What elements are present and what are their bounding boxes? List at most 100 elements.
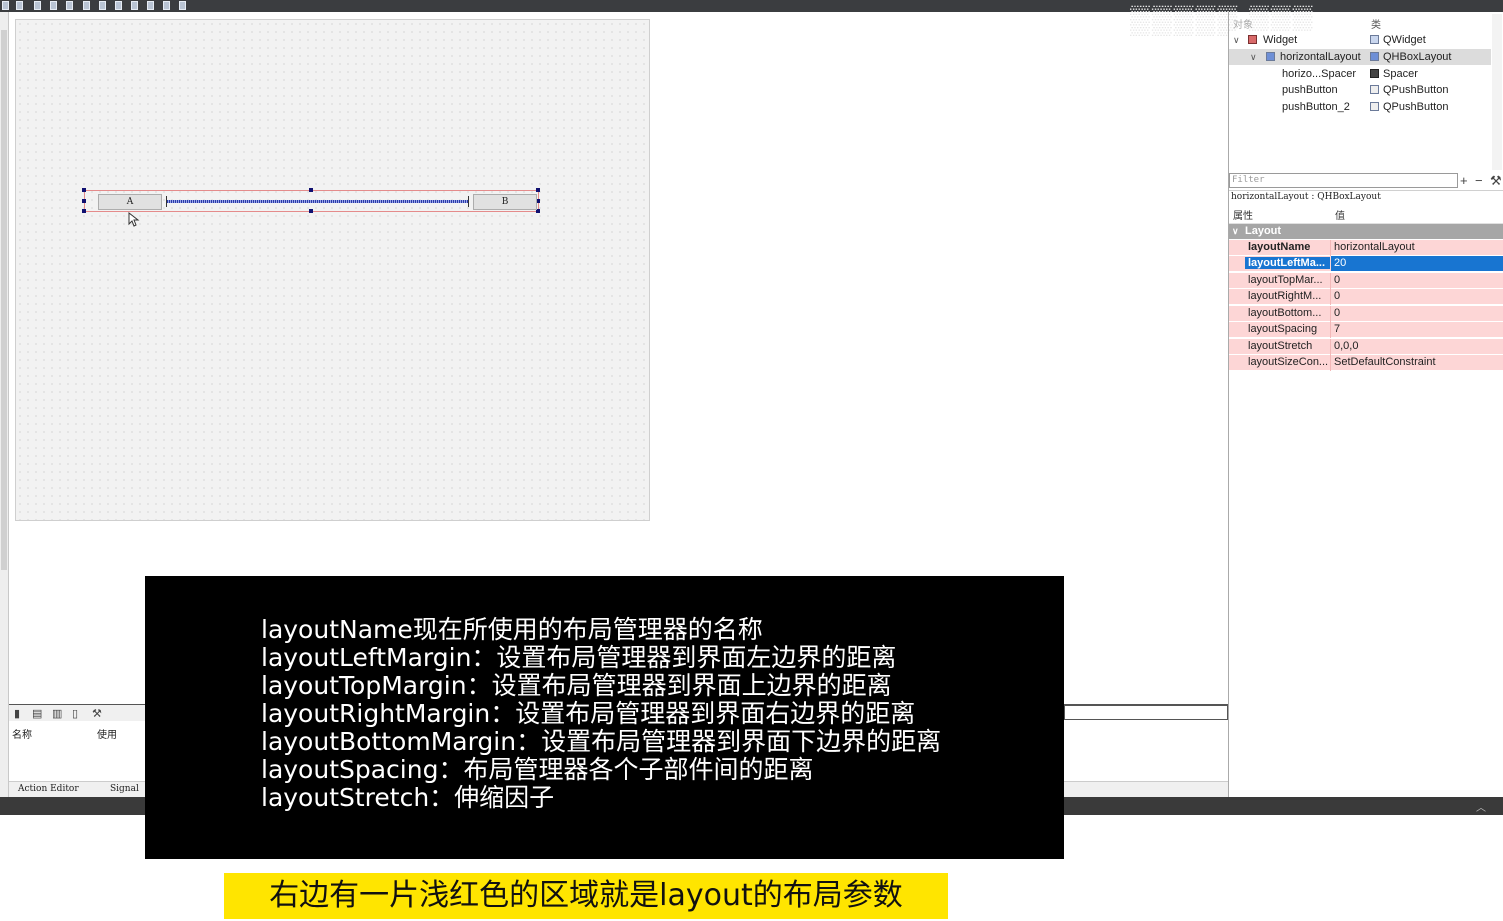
layout-splitter-icon[interactable] [115, 1, 122, 10]
bottom-right-tabbar [1064, 781, 1228, 798]
hbox-layout-icon [1370, 52, 1379, 61]
toolbar-tool-icon[interactable] [16, 1, 23, 10]
hbox-layout-icon [1266, 52, 1275, 61]
property-value[interactable]: 0 [1334, 290, 1340, 302]
copy-action-icon[interactable]: ▤ [32, 707, 42, 720]
property-row-layout-bottom-margin[interactable]: layoutBottom... 0 [1229, 306, 1503, 322]
value-column-header: 值 [1335, 211, 1345, 222]
resize-handle[interactable] [82, 188, 86, 192]
action-editor-toolbar: ▮ ▤ ▥ ▯ ⚒ [9, 705, 146, 721]
break-layout-icon[interactable] [163, 1, 170, 10]
layout-form-icon[interactable] [147, 1, 154, 10]
tree-item-class: QWidget [1383, 34, 1426, 46]
chevron-down-icon[interactable]: ∨ [1232, 224, 1239, 239]
caption-line: layoutStretch：伸缩因子 [261, 783, 555, 812]
resize-handle[interactable] [309, 188, 313, 192]
toolbar-tool-icon[interactable] [2, 1, 9, 10]
paste-action-icon[interactable]: ▥ [52, 707, 62, 720]
delete-action-icon[interactable]: ▯ [72, 707, 78, 720]
tree-row-pushbutton-2[interactable]: pushButton_2 QPushButton [1229, 99, 1491, 115]
property-editor-object-label: horizontalLayout : QHBoxLayout [1229, 190, 1503, 204]
add-property-icon[interactable]: + [1460, 173, 1468, 188]
property-value[interactable]: 20 [1331, 256, 1503, 271]
property-row-layout-stretch[interactable]: layoutStretch 0,0,0 [1229, 339, 1503, 355]
form-canvas[interactable] [15, 19, 650, 521]
property-value[interactable]: 0,0,0 [1334, 340, 1358, 352]
property-filter-input[interactable]: Filter [1229, 173, 1458, 188]
chevron-down-icon[interactable]: ∨ [1250, 49, 1257, 65]
property-key: layoutTopMar... [1248, 274, 1323, 286]
toolbar-tool-icon[interactable] [50, 1, 57, 10]
tree-item-name: Widget [1263, 34, 1298, 46]
property-key: layoutBottom... [1248, 307, 1322, 319]
tree-item-name: pushButton [1282, 84, 1338, 96]
widget-icon [1248, 35, 1257, 44]
action-used-column: 使用 [97, 730, 117, 741]
tree-item-class: QHBoxLayout [1383, 51, 1452, 63]
property-key: layoutLeftMa... [1245, 257, 1330, 269]
action-editor-header: 名称 使用 [9, 722, 146, 742]
layout-splitter-icon[interactable] [99, 1, 106, 10]
property-row-layout-left-margin[interactable]: layoutLeftMa... 20 [1229, 256, 1503, 272]
caption-line: layoutRightMargin：设置布局管理器到界面右边界的距离 [261, 699, 916, 728]
section-title: Layout [1245, 225, 1282, 237]
remove-property-icon[interactable]: − [1475, 173, 1483, 188]
left-scrollbar-thumb[interactable] [1, 30, 7, 570]
tab-signal-slot-editor[interactable]: Signal [110, 784, 139, 794]
layout-grid-icon[interactable] [131, 1, 138, 10]
toolbar-tool-icon[interactable] [34, 1, 41, 10]
property-row-layout-size-constraint[interactable]: layoutSizeCon... SetDefaultConstraint [1229, 355, 1503, 371]
chevron-up-icon[interactable]: ︿ [1476, 799, 1486, 814]
resize-handle[interactable] [536, 188, 540, 192]
class-icon [1370, 35, 1379, 44]
adjust-size-icon[interactable] [179, 1, 186, 10]
property-value[interactable]: horizontalLayout [1334, 241, 1415, 253]
tree-item-class: Spacer [1383, 68, 1418, 80]
tutorial-caption-box: layoutName现在所使用的布局管理器的名称 layoutLeftMargi… [145, 576, 1064, 859]
tree-row-widget[interactable]: ∨ Widget QWidget [1229, 32, 1491, 48]
object-inspector-header: 对象 类 [1229, 14, 1491, 31]
property-value[interactable]: 0 [1334, 274, 1340, 286]
layout-horizontal-icon[interactable] [66, 1, 73, 10]
tree-row-horizontal-layout[interactable]: ∨ horizontalLayout QHBoxLayout [1229, 49, 1491, 65]
spacer-icon [1370, 69, 1379, 78]
push-button-a[interactable]: A [98, 194, 162, 210]
pushbutton-icon [1370, 85, 1379, 94]
property-value[interactable]: SetDefaultConstraint [1334, 356, 1436, 368]
horizontal-spacer[interactable] [166, 196, 469, 207]
property-value[interactable]: 7 [1334, 323, 1340, 335]
property-key: layoutRightM... [1248, 290, 1322, 302]
resize-handle[interactable] [309, 209, 313, 213]
configure-wrench-icon[interactable]: ⚒ [92, 707, 102, 720]
property-key: layoutSizeCon... [1248, 356, 1328, 368]
video-subtitle: 右边有一片浅红色的区域就是layout的布局参数 [224, 873, 948, 919]
property-row-layout-name[interactable]: layoutName horizontalLayout [1229, 240, 1503, 256]
object-tree-scrollbar[interactable] [1492, 14, 1502, 170]
layout-vertical-icon[interactable] [83, 1, 90, 10]
property-key: layoutName [1248, 241, 1311, 253]
property-row-layout-right-margin[interactable]: layoutRightM... 0 [1229, 289, 1503, 305]
layout-section-header[interactable]: ∨ Layout [1229, 224, 1503, 239]
property-value[interactable]: 0 [1334, 307, 1340, 319]
property-row-layout-spacing[interactable]: layoutSpacing 7 [1229, 322, 1503, 338]
configure-wrench-icon[interactable]: ⚒ [1490, 173, 1502, 188]
header-class-label: 类 [1371, 20, 1381, 31]
action-name-column: 名称 [12, 730, 32, 741]
bottom-tabbar: Action Editor Signal [9, 781, 146, 798]
tab-action-editor[interactable]: Action Editor [18, 784, 79, 794]
tree-row-pushbutton[interactable]: pushButton QPushButton [1229, 82, 1491, 98]
new-action-icon[interactable]: ▮ [14, 707, 20, 720]
property-row-layout-top-margin[interactable]: layoutTopMar... 0 [1229, 273, 1503, 289]
resize-handle[interactable] [82, 209, 86, 213]
tree-item-name: horizo...Spacer [1282, 68, 1356, 80]
tree-item-class: QPushButton [1383, 101, 1449, 113]
property-editor-header: 属性 值 [1229, 205, 1503, 224]
header-object-label: 对象 [1233, 20, 1253, 31]
resize-handle[interactable] [82, 199, 86, 203]
chevron-down-icon[interactable]: ∨ [1233, 32, 1240, 48]
tree-row-spacer[interactable]: horizo...Spacer Spacer [1229, 66, 1491, 82]
caption-line: layoutName现在所使用的布局管理器的名称 [261, 615, 763, 644]
tree-item-name: horizontalLayout [1280, 51, 1361, 63]
push-button-b[interactable]: B [473, 194, 537, 210]
caption-line: layoutTopMargin：设置布局管理器到界面上边界的距离 [261, 671, 892, 700]
